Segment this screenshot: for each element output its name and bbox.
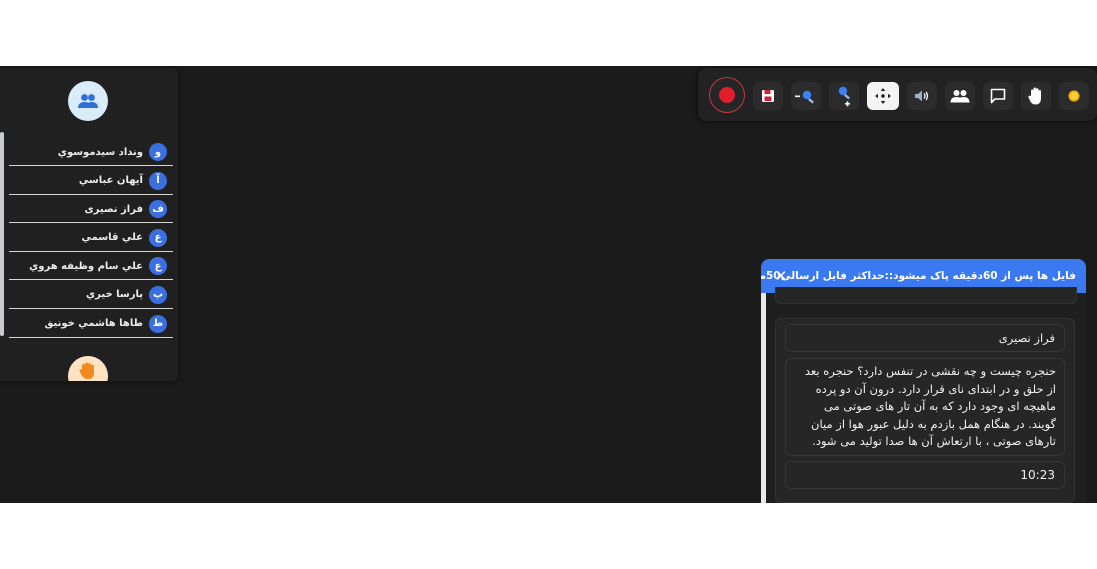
participant-item[interactable]: علي قاسمي ع [9,225,173,252]
participant-avatar: آ [149,171,167,190]
save-button[interactable] [753,82,783,110]
chat-panel: ✕ فایل ها پس از 60دقیقه پاک میشود::حداکث… [761,259,1086,503]
participant-avatar: ع [149,228,167,247]
people-icon [950,90,970,103]
sun-icon [1068,90,1080,102]
chat-scrollbar[interactable] [761,293,766,503]
participant-name: فراز نصیری [84,203,143,215]
meeting-toolbar [698,68,1097,121]
participant-name: ونداد سیدموسوي [57,146,143,158]
participant-item[interactable]: آیهان عباسي آ [9,168,173,195]
zoom-out-button[interactable] [791,82,821,110]
participant-avatar: ع [149,257,167,276]
zoom-in-button[interactable] [829,82,859,110]
participant-item[interactable]: ونداد سیدموسوي و [9,139,173,166]
zoom-in-icon [838,86,850,107]
raised-hand-icon[interactable] [68,356,108,381]
participant-avatar: ف [149,200,167,219]
zoom-out-icon [795,90,814,104]
message-time: 10:23 [785,461,1065,489]
speaker-icon [915,90,929,102]
participant-name: پارسا خيري [85,289,143,301]
move-arrows-icon [875,88,891,104]
pan-button[interactable] [867,82,899,110]
participant-name: طاها هاشمي خونيق [44,318,144,330]
participant-item[interactable]: طاها هاشمي خونيق ط [9,311,173,338]
participant-item[interactable]: پارسا خيري پ [9,282,173,309]
participant-name: علي سام وظيفه هروي [29,260,143,272]
participants-panel: ونداد سیدموسوي و آیهان عباسي آ فراز نصیر… [0,68,178,381]
theme-button[interactable] [1059,82,1089,110]
chat-bubble-icon [990,88,1006,104]
previous-message-card [775,287,1077,304]
people-icon[interactable] [68,81,108,121]
raise-hand-button[interactable] [1021,82,1051,110]
chat-message: فراز نصیری حنجره چیست و چه نقشی در تنفس … [775,318,1075,503]
floppy-disk-icon [762,90,774,102]
participants-button[interactable] [945,82,975,110]
meeting-stage: ونداد سیدموسوي و آیهان عباسي آ فراز نصیر… [0,66,1097,503]
participant-item[interactable]: فراز نصیری ف [9,196,173,224]
record-icon [719,87,735,103]
chat-button[interactable] [983,82,1013,110]
participant-name: علي قاسمي [81,232,143,244]
participants-scrollbar[interactable] [0,132,4,336]
audio-button[interactable] [907,82,937,110]
participant-avatar: ط [149,314,167,333]
chat-messages: فراز نصیری حنجره چیست و چه نقشی در تنفس … [761,287,1086,503]
participant-avatar: و [149,143,167,161]
participant-list: ونداد سیدموسوي و آیهان عباسي آ فراز نصیر… [9,139,173,339]
participant-item[interactable]: علي سام وظيفه هروي ع [9,253,173,281]
record-button[interactable] [709,77,745,113]
message-sender: فراز نصیری [785,324,1065,352]
message-text: حنجره چیست و چه نقشی در تنفس دارد؟ حنجره… [785,358,1065,456]
hand-icon [1028,87,1041,105]
participant-name: آیهان عباسي [78,175,143,187]
participant-avatar: پ [149,285,167,304]
